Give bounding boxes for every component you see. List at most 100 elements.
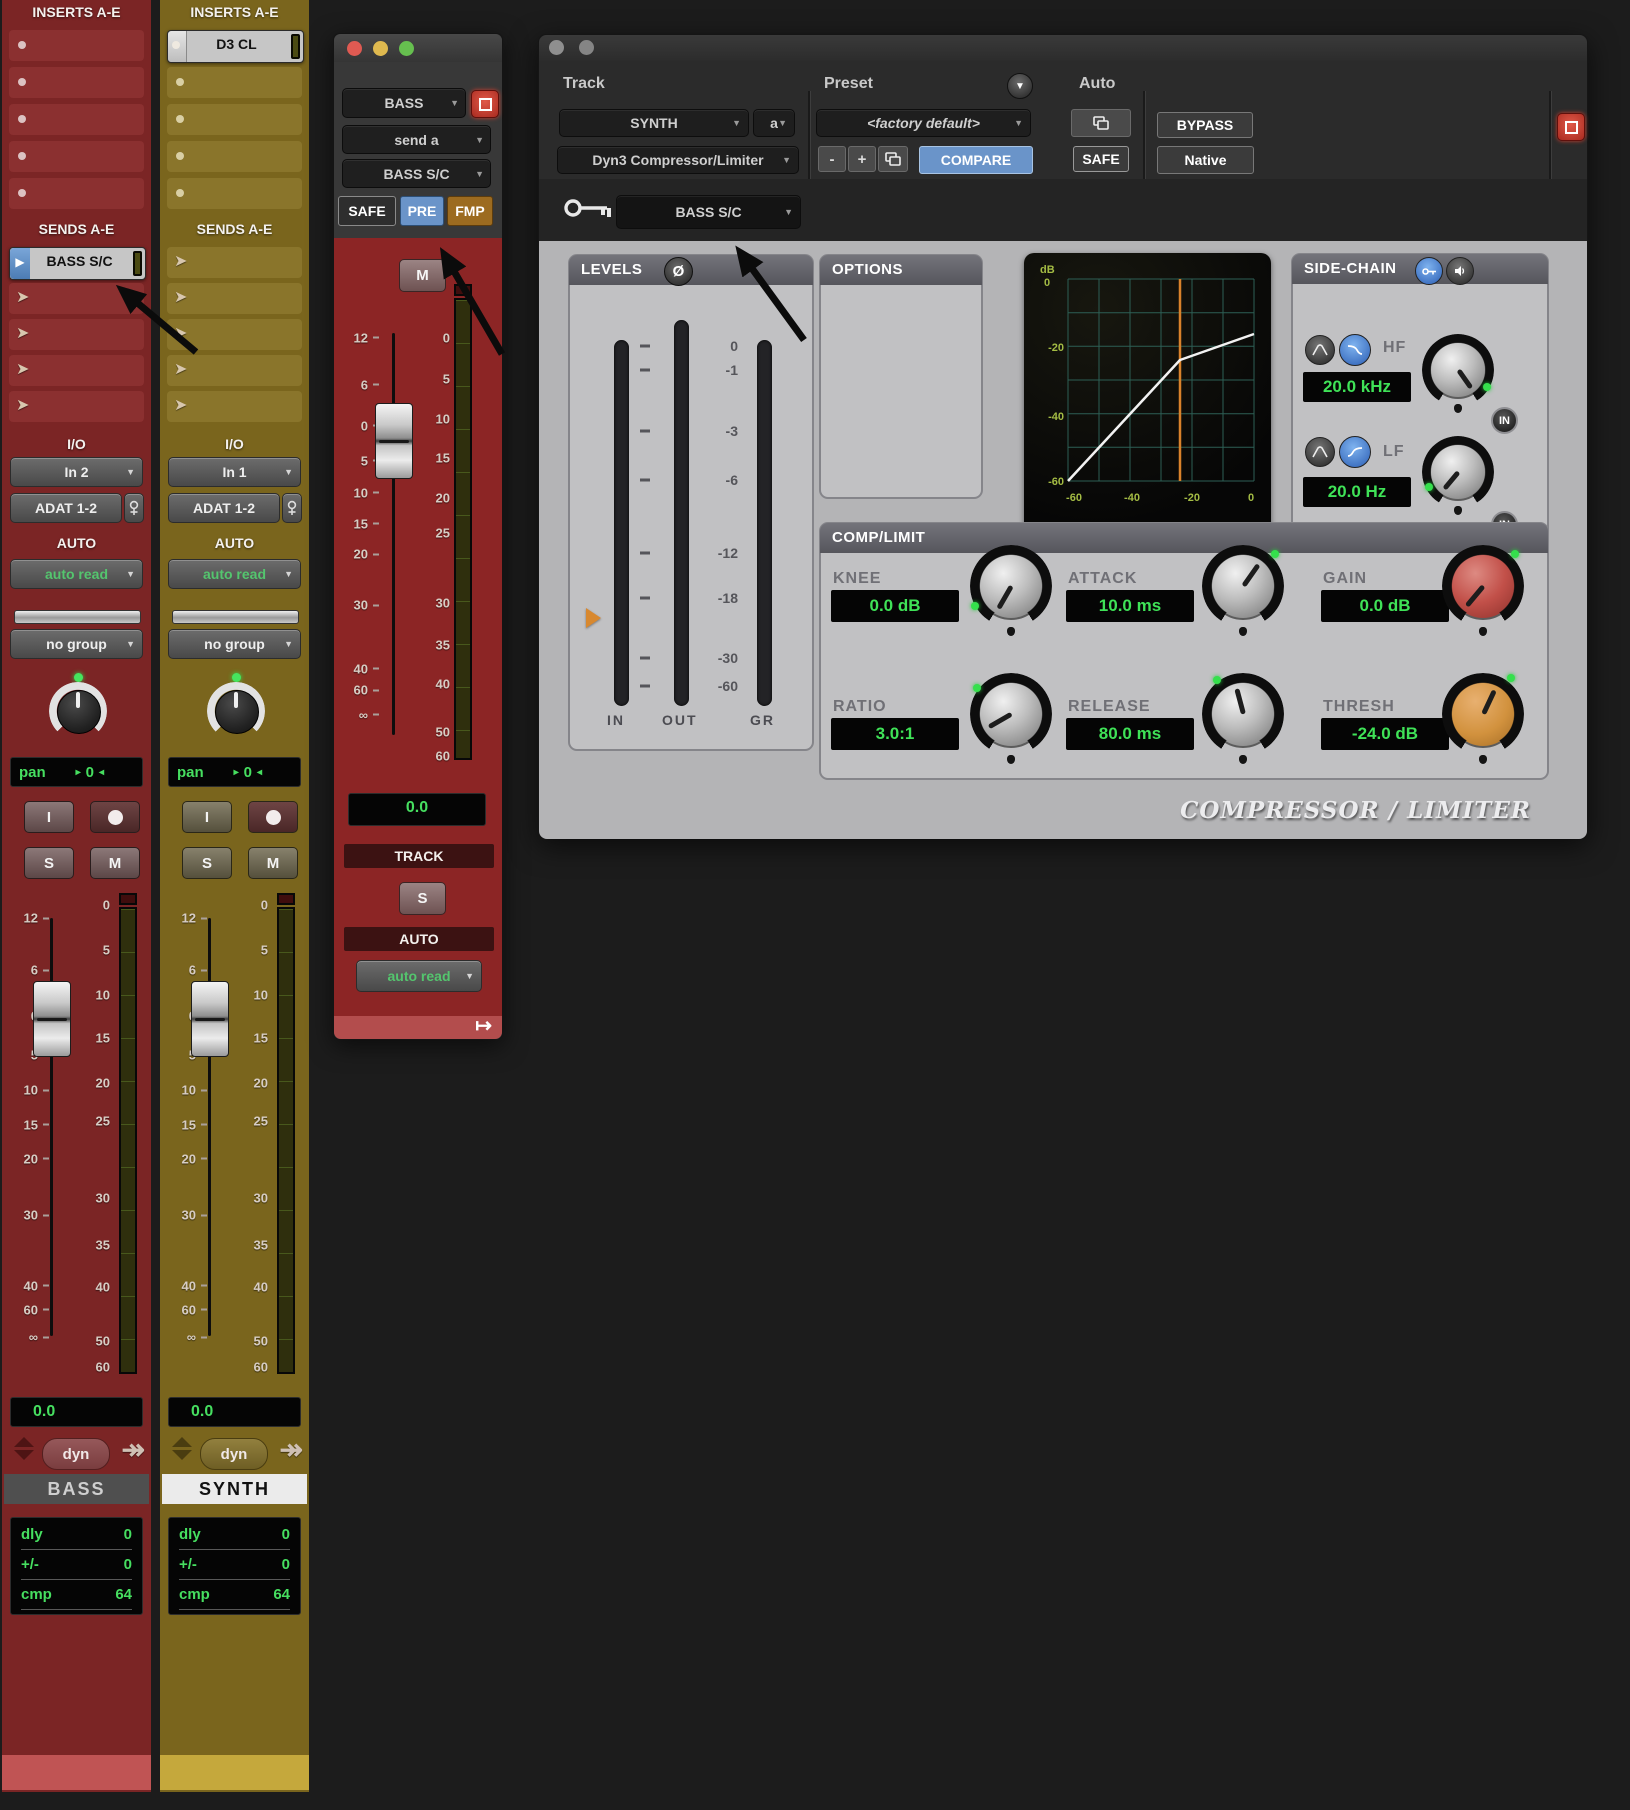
plugin-titlebar[interactable]	[539, 35, 1587, 61]
pan-knob[interactable]	[46, 673, 110, 740]
gain-display[interactable]: 0.0 dB	[1321, 590, 1449, 622]
pan-display[interactable]: pan ▸ 0 ◂	[10, 757, 143, 787]
solo-button[interactable]: S	[24, 847, 74, 879]
input-monitor-button[interactable]: I	[24, 801, 74, 833]
plugin-selector[interactable]: Dyn3 Compressor/Limiter ▼	[557, 146, 799, 174]
mute-button[interactable]: M	[90, 847, 140, 879]
bypass-arrows-icon[interactable]: ↠	[122, 1433, 145, 1466]
previous-preset-button[interactable]: -	[818, 146, 846, 172]
group-selector[interactable]: no group ▼	[10, 629, 143, 659]
bypass-button[interactable]: BYPASS	[1157, 112, 1253, 138]
preset-menu-button[interactable]: ▼	[1007, 73, 1033, 99]
send-destination-selector[interactable]: BASS S/C ▼	[342, 159, 491, 188]
preset-selector[interactable]: <factory default> ▼	[816, 109, 1031, 137]
output-selector[interactable]: ADAT 1-2	[10, 493, 122, 523]
insert-slot-d3cl[interactable]: D3 CL	[167, 30, 304, 63]
ratio-knob[interactable]	[973, 680, 1045, 764]
solo-button[interactable]: S	[182, 847, 232, 879]
lf-frequency-knob[interactable]	[1425, 443, 1487, 515]
record-enable-button[interactable]	[248, 801, 298, 833]
librarian-button[interactable]	[878, 146, 908, 172]
close-icon[interactable]	[347, 41, 362, 56]
send-solo-button[interactable]: S	[399, 882, 446, 915]
thresh-knob[interactable]	[1449, 674, 1517, 764]
send-slot[interactable]: ➤	[9, 319, 144, 350]
insert-slot[interactable]	[9, 178, 144, 209]
insert-slot[interactable]	[167, 104, 302, 135]
send-slot[interactable]: ➤	[167, 355, 302, 386]
send-automation-mode[interactable]: auto read ▼	[356, 960, 482, 992]
hf-lowpass-button[interactable]	[1339, 334, 1371, 366]
zoom-icon[interactable]	[399, 41, 414, 56]
send-fmp-button[interactable]: FMP	[447, 196, 493, 226]
hf-frequency-display[interactable]: 20.0 kHz	[1303, 372, 1411, 402]
volume-display[interactable]: 0.0	[10, 1397, 143, 1427]
send-slot[interactable]: ➤	[167, 391, 302, 422]
insert-slot[interactable]	[9, 141, 144, 172]
automation-mode-selector[interactable]: auto read ▼	[168, 559, 301, 589]
release-display[interactable]: 80.0 ms	[1066, 718, 1194, 750]
lf-highpass-button[interactable]	[1339, 436, 1371, 468]
gain-knob[interactable]	[1449, 550, 1519, 636]
bypass-arrows-icon[interactable]: ↠	[280, 1433, 303, 1466]
group-selector[interactable]: no group ▼	[168, 629, 301, 659]
sidechain-listen-button[interactable]	[1446, 257, 1474, 285]
input-selector[interactable]: In 2 ▼	[10, 457, 143, 487]
knee-knob[interactable]	[971, 552, 1045, 636]
input-monitor-button[interactable]: I	[182, 801, 232, 833]
native-format-button[interactable]: Native	[1157, 146, 1254, 174]
attack-display[interactable]: 10.0 ms	[1066, 590, 1194, 622]
insert-slot[interactable]	[167, 141, 302, 172]
output-selector[interactable]: ADAT 1-2	[168, 493, 280, 523]
send-slot-bass-sc[interactable]: ▶ BASS S/C	[9, 247, 146, 280]
send-level-fader[interactable]	[375, 403, 413, 479]
insert-slot[interactable]	[9, 30, 144, 61]
mute-button[interactable]: M	[248, 847, 298, 879]
send-volume-display[interactable]: 0.0	[348, 793, 486, 826]
input-selector[interactable]: In 1 ▼	[168, 457, 301, 487]
phase-invert-button[interactable]: Ø	[664, 257, 693, 286]
playlist-selector[interactable]: a ▼	[753, 109, 795, 137]
compare-button[interactable]: COMPARE	[919, 146, 1033, 174]
automation-safe-button[interactable]: SAFE	[1073, 146, 1129, 172]
send-slot-selector[interactable]: send a ▼	[342, 125, 491, 154]
pan-display[interactable]: pan ▸ 0 ◂	[168, 757, 301, 787]
group-color-bar[interactable]	[14, 610, 141, 624]
output-window-button[interactable]	[124, 493, 144, 523]
send-safe-button[interactable]: SAFE	[338, 196, 396, 226]
pan-knob[interactable]	[204, 673, 268, 740]
attack-knob[interactable]	[1209, 550, 1279, 636]
send-slot[interactable]: ➤	[167, 247, 302, 278]
output-window-button[interactable]	[282, 493, 302, 523]
hf-bandpass-button[interactable]	[1305, 335, 1335, 365]
dyn-button[interactable]: dyn	[200, 1438, 268, 1470]
send-slot[interactable]: ➤	[9, 355, 144, 386]
release-knob[interactable]	[1209, 676, 1277, 764]
automation-mode-selector[interactable]: auto read ▼	[10, 559, 143, 589]
dyn-button[interactable]: dyn	[42, 1438, 110, 1470]
track-name[interactable]: SYNTH	[162, 1474, 307, 1504]
hf-in-button[interactable]: IN	[1491, 407, 1518, 434]
automation-enable-button[interactable]	[1071, 109, 1131, 137]
knee-display[interactable]: 0.0 dB	[831, 590, 959, 622]
target-window-button[interactable]	[1557, 113, 1585, 141]
volume-display[interactable]: 0.0	[168, 1397, 301, 1427]
track-name[interactable]: BASS	[4, 1474, 149, 1504]
send-track-selector[interactable]: BASS ▼	[342, 88, 466, 118]
group-color-bar[interactable]	[172, 610, 299, 624]
insert-slot[interactable]	[9, 104, 144, 135]
sidechain-key-button[interactable]	[1415, 257, 1443, 285]
send-mute-button[interactable]: M	[399, 259, 446, 292]
clip-indicator[interactable]	[277, 893, 295, 905]
plugin-track-selector[interactable]: SYNTH ▼	[559, 109, 749, 137]
threshold-arrow-icon[interactable]	[586, 608, 601, 628]
send-clip-indicator[interactable]	[454, 284, 472, 296]
send-slot[interactable]: ➤	[9, 283, 144, 314]
minimize-icon[interactable]	[373, 41, 388, 56]
key-input-selector[interactable]: BASS S/C ▼	[616, 195, 801, 229]
hf-frequency-knob[interactable]	[1429, 341, 1491, 413]
send-slot[interactable]: ➤	[9, 391, 144, 422]
minimize-icon[interactable]	[579, 40, 594, 55]
thresh-display[interactable]: -24.0 dB	[1321, 718, 1449, 750]
close-icon[interactable]	[549, 40, 564, 55]
